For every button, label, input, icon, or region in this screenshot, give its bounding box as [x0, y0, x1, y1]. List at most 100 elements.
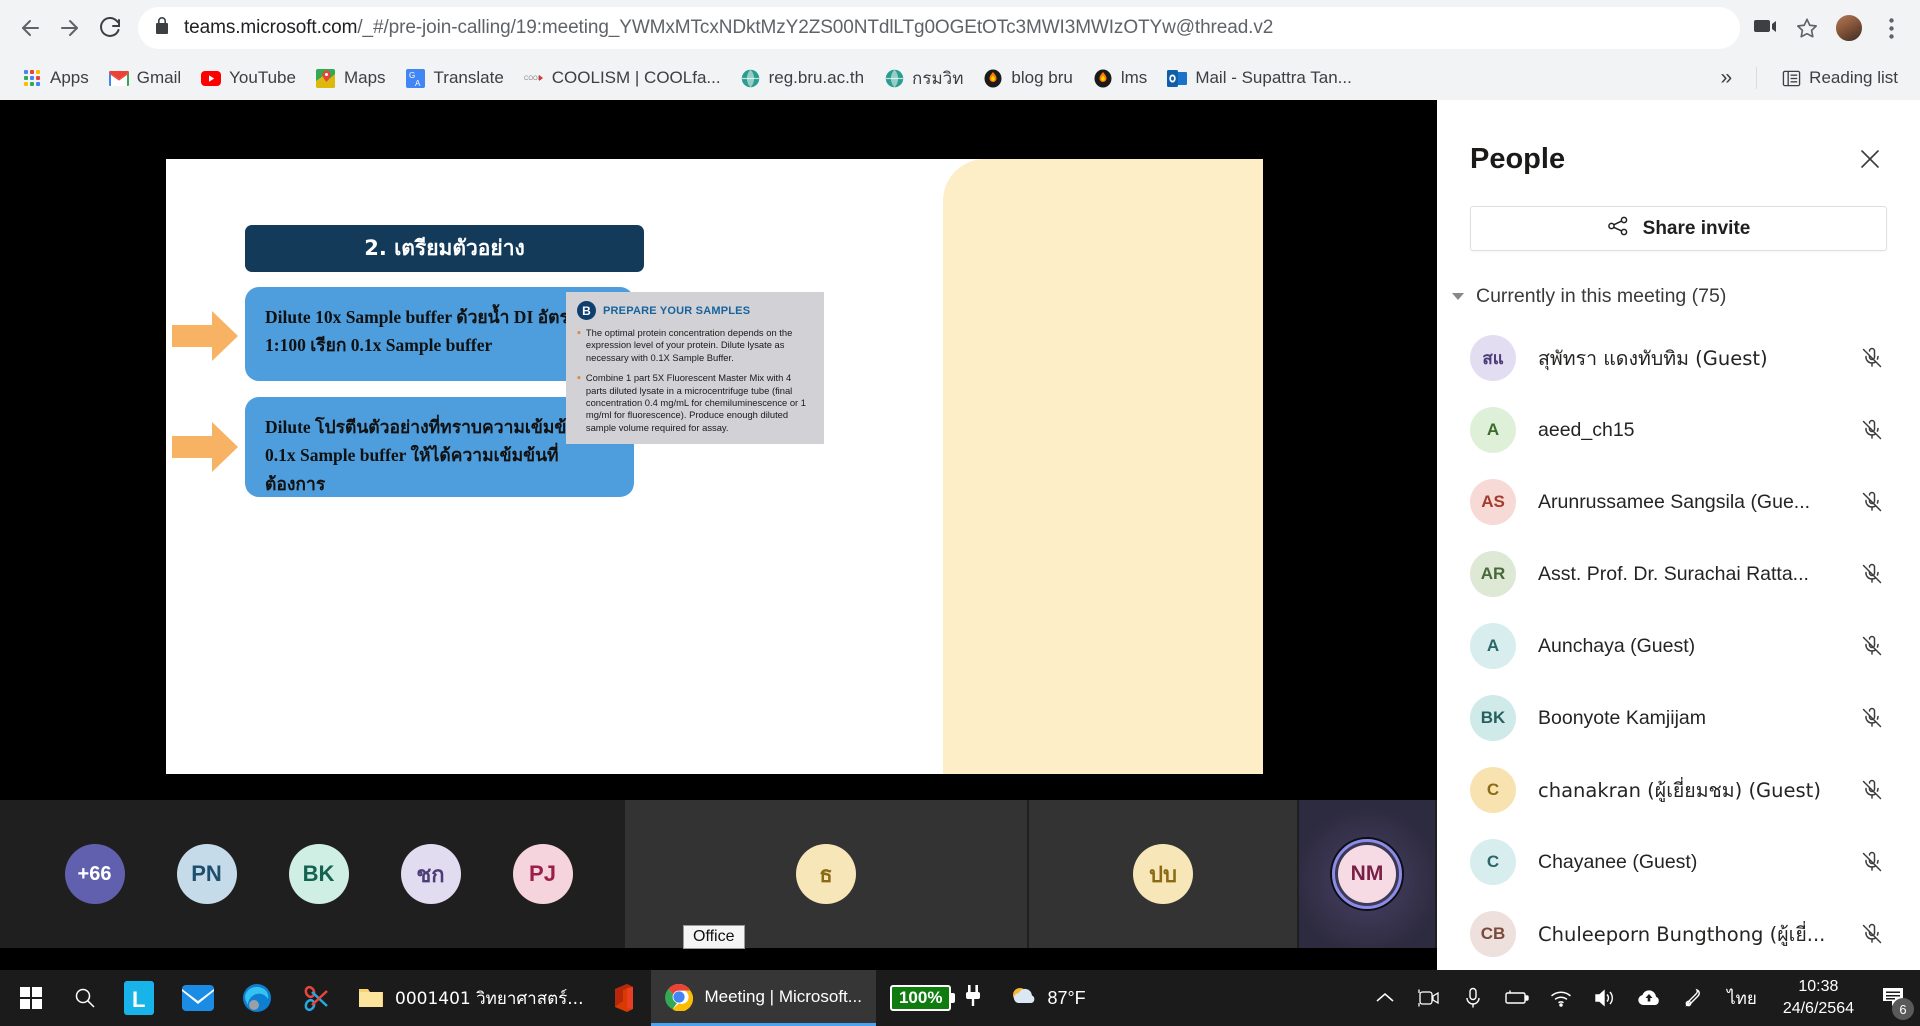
participant-row[interactable]: A aeed_ch15 — [1470, 394, 1887, 466]
snip-sketch-icon[interactable] — [286, 970, 344, 1026]
apps-grid-icon — [22, 68, 42, 88]
prepare-bullet-text: The optimal protein concentration depend… — [585, 327, 793, 363]
slide-yellow-panel — [943, 159, 1263, 774]
share-invite-button[interactable]: Share invite — [1470, 206, 1887, 251]
microphone-icon[interactable] — [1451, 970, 1495, 1026]
mic-off-icon[interactable] — [1857, 919, 1887, 949]
star-icon[interactable] — [1788, 9, 1826, 47]
participant-row[interactable]: C chanakran (ผู้เยี่ยมชม) (Guest) — [1470, 754, 1887, 826]
participant-tile-avatar[interactable]: ปบ — [1133, 844, 1193, 904]
bookmark-blog-bru[interactable]: blog bru — [973, 63, 1082, 93]
mic-off-icon[interactable] — [1857, 559, 1887, 589]
mic-off-icon[interactable] — [1857, 703, 1887, 733]
participant-name: Arunrussamee Sangsila (Gue... — [1538, 490, 1811, 513]
battery-charging-icon[interactable] — [1495, 970, 1539, 1026]
participant-tile-avatar[interactable]: ธ — [796, 844, 856, 904]
participant-row[interactable]: C Chayanee (Guest) — [1470, 826, 1887, 898]
participant-row[interactable]: CB Chuleeporn Bungthong (ผู้เยี่... — [1470, 898, 1887, 970]
participant-tile-avatar[interactable]: ชก — [400, 844, 461, 904]
self-video-tile[interactable]: NM — [1297, 800, 1435, 948]
clock[interactable]: 10:38 24/6/2564 — [1769, 976, 1868, 1019]
outlook-icon — [1167, 68, 1188, 88]
taskbar-window-office[interactable] — [597, 970, 651, 1026]
arrow-right-icon — [172, 422, 244, 472]
bookmark-maps[interactable]: Maps — [306, 63, 396, 93]
participant-tile-avatar[interactable]: PJ — [512, 844, 573, 904]
shared-slide[interactable]: 2. เตรียมตัวอย่าง Dilute 10x Sample buff… — [166, 159, 1263, 774]
close-icon[interactable] — [1853, 142, 1887, 176]
reload-icon[interactable] — [90, 8, 130, 48]
weather-widget[interactable]: 87°F — [995, 970, 1099, 1026]
bookmark-coolism[interactable]: COOL COOLISM | COOLfa... — [514, 63, 731, 93]
bullet-dot-icon: ▪ — [577, 327, 581, 339]
overflow-participants-avatar[interactable]: +66 — [64, 844, 125, 904]
url-text: teams.microsoft.com/_#/pre-join-calling/… — [184, 17, 1273, 39]
taskbar-window-folder[interactable]: 0001401 วิทยาศาสตร์... — [344, 970, 597, 1026]
bookmark-label: lms — [1120, 68, 1148, 87]
reading-list-button[interactable]: Reading list — [1771, 63, 1908, 93]
participant-tile-avatar[interactable]: PN — [176, 844, 237, 904]
slide-title: 2. เตรียมตัวอย่าง — [245, 225, 644, 272]
bookmark-youtube[interactable]: YouTube — [191, 63, 306, 93]
mic-off-icon[interactable] — [1857, 775, 1887, 805]
participant-tile[interactable]: ปบ — [1027, 800, 1297, 948]
prepare-bullet-text: Combine 1 part 5X Fluorescent Master Mix… — [585, 372, 806, 433]
avatar: CB — [1470, 911, 1516, 957]
bookmark-label: Gmail — [136, 68, 182, 87]
kebab-menu-icon[interactable] — [1872, 9, 1910, 47]
url-host: teams.microsoft.com — [184, 17, 358, 38]
mic-off-icon[interactable] — [1857, 343, 1887, 373]
taskbar-window-chrome[interactable]: Meeting | Microsoft... — [651, 970, 876, 1026]
page-title: People — [1470, 142, 1566, 175]
participant-row[interactable]: AR Asst. Prof. Dr. Surachai Ratta... — [1470, 538, 1887, 610]
notification-icon[interactable]: 6 — [1868, 970, 1920, 1026]
mail-icon[interactable] — [168, 970, 228, 1026]
bookmark-reg-bru[interactable]: reg.bru.ac.th — [731, 63, 874, 93]
participant-row[interactable]: สแ สุพัทรา แดงทับทิม (Guest) — [1470, 322, 1887, 394]
bookmarks-overflow-button[interactable]: » — [1710, 61, 1742, 95]
edge-icon[interactable] — [228, 970, 286, 1026]
mic-off-icon[interactable] — [1857, 847, 1887, 877]
windows-start-icon[interactable] — [0, 970, 60, 1026]
participant-row[interactable]: BK Boonyote Kamjijam — [1470, 682, 1887, 754]
language-indicator[interactable]: ไทย — [1715, 985, 1769, 1012]
profile-avatar[interactable] — [1830, 9, 1868, 47]
participant-row[interactable]: AS Arunrussamee Sangsila (Gue... — [1470, 466, 1887, 538]
self-avatar[interactable]: NM — [1338, 845, 1396, 903]
bookmark-lms[interactable]: lms — [1083, 63, 1157, 93]
mic-off-icon[interactable] — [1857, 487, 1887, 517]
bookmark-krom-wit[interactable]: กรมวิท — [874, 60, 973, 97]
speaking-ring: NM — [1332, 839, 1402, 909]
wifi-icon[interactable] — [1539, 970, 1583, 1026]
participant-name: aeed_ch15 — [1538, 418, 1635, 441]
camera-icon[interactable] — [1407, 970, 1451, 1026]
clock-time: 10:38 — [1798, 978, 1839, 996]
taskbar-window-label: Meeting | Microsoft... — [704, 986, 862, 1006]
chevron-down-icon — [1452, 293, 1464, 300]
currently-in-meeting-section[interactable]: Currently in this meeting (75) — [1452, 285, 1887, 308]
chevron-up-icon[interactable] — [1363, 970, 1407, 1026]
address-bar[interactable]: teams.microsoft.com/_#/pre-join-calling/… — [138, 7, 1740, 49]
search-icon[interactable] — [60, 970, 110, 1026]
bookmark-gmail[interactable]: Gmail — [99, 63, 191, 93]
volume-icon[interactable] — [1583, 970, 1627, 1026]
cast-icon[interactable] — [1746, 9, 1784, 47]
onedrive-icon[interactable] — [1627, 970, 1671, 1026]
bookmark-label: กรมวิท — [912, 68, 964, 89]
bookmark-translate[interactable]: GA Translate — [396, 63, 514, 93]
forward-arrow-icon[interactable] — [50, 8, 90, 48]
coolism-icon: COOL — [524, 68, 544, 88]
people-panel: People Share invite Currently in this me… — [1437, 100, 1920, 970]
mic-off-icon[interactable] — [1857, 415, 1887, 445]
pen-icon[interactable] — [1671, 970, 1715, 1026]
participant-row[interactable]: A Aunchaya (Guest) — [1470, 610, 1887, 682]
battery-status-indicator[interactable]: 100% — [876, 970, 995, 1026]
participant-tile-avatar[interactable]: BK — [288, 844, 349, 904]
prepare-bullet: ▪ Combine 1 part 5X Fluorescent Master M… — [577, 372, 813, 434]
bookmark-apps[interactable]: Apps — [12, 63, 99, 93]
mic-off-icon[interactable] — [1857, 631, 1887, 661]
back-arrow-icon[interactable] — [10, 8, 50, 48]
bookmark-mail-outlook[interactable]: Mail - Supattra Tan... — [1157, 63, 1362, 93]
line-icon[interactable]: L — [110, 970, 168, 1026]
prepare-samples-callout: B PREPARE YOUR SAMPLES ▪ The optimal pro… — [566, 292, 824, 444]
